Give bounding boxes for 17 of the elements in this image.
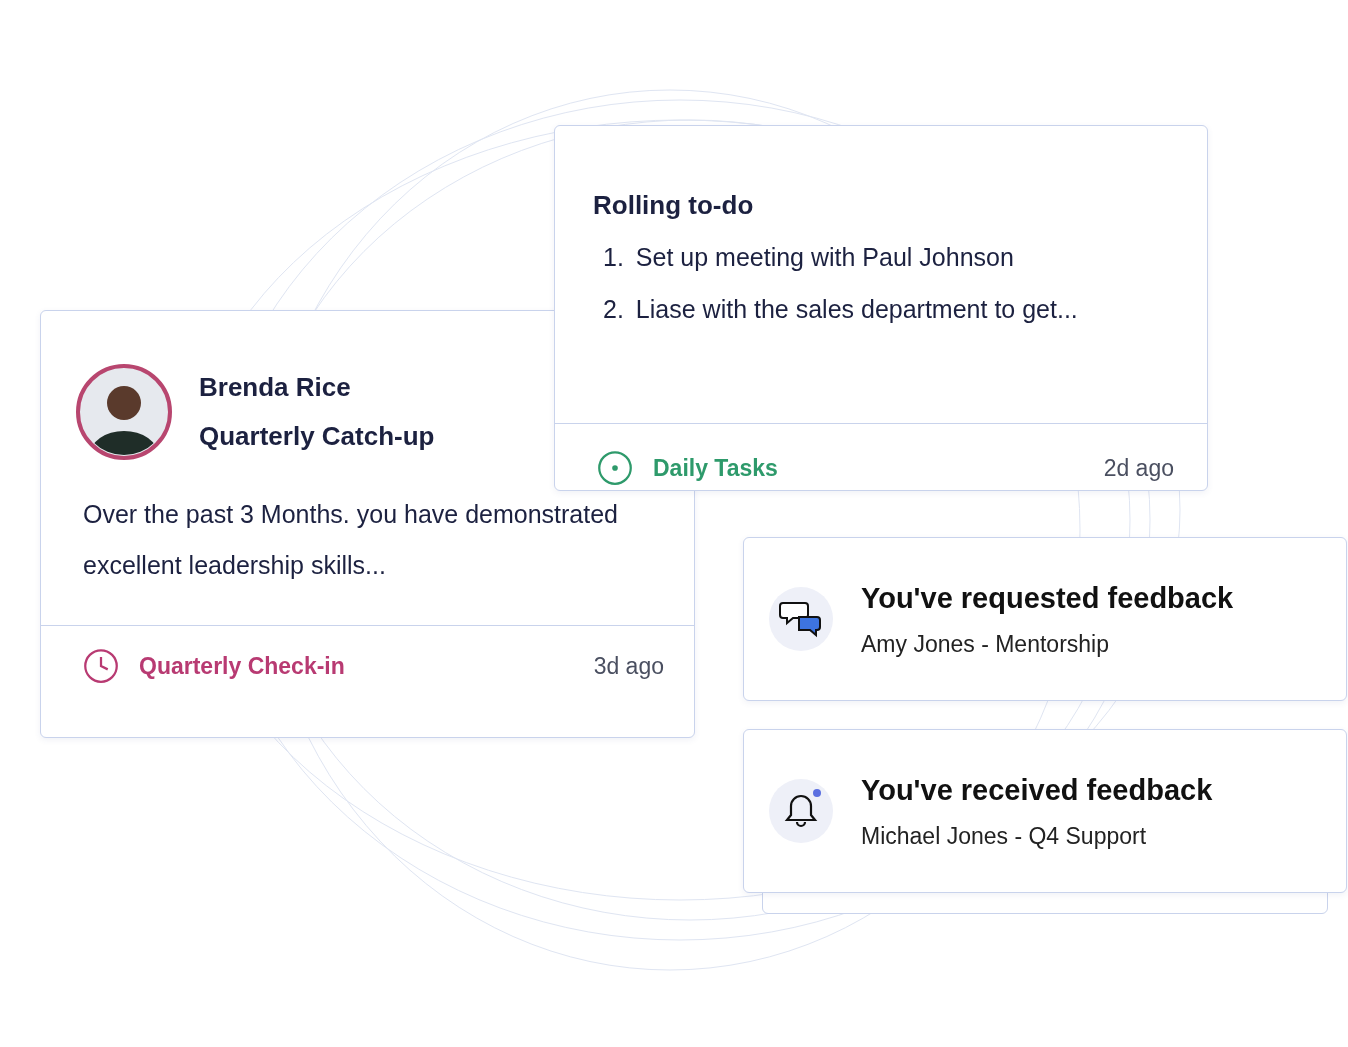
tag-label[interactable]: Daily Tasks bbox=[653, 450, 778, 486]
person-name: Brenda Rice bbox=[199, 371, 352, 404]
tag-label[interactable]: Quarterly Check-in bbox=[139, 648, 345, 684]
card-title: Rolling to-do bbox=[592, 189, 755, 222]
time-label: 3d ago bbox=[593, 651, 664, 681]
notification-title: You've requested feedback bbox=[861, 581, 1234, 616]
time-label: 2d ago bbox=[1103, 453, 1174, 483]
todo-item: Liase with the sales department to get... bbox=[635, 293, 1078, 325]
item-number: 1. bbox=[603, 242, 624, 273]
summary-text: Over the past 3 Months. you have demonstrated excellent leadership skills... bbox=[83, 499, 620, 581]
notification-detail: Amy Jones - Mentorship bbox=[861, 629, 1110, 659]
notification-title: You've received feedback bbox=[861, 773, 1213, 808]
meeting-title: Quarterly Catch-up bbox=[199, 420, 435, 453]
todo-item: Set up meeting with Paul Johnson bbox=[635, 242, 1014, 273]
chat-bubbles-icon bbox=[779, 599, 823, 639]
notification-detail: Michael Jones - Q4 Support bbox=[861, 821, 1148, 851]
item-number: 2. bbox=[603, 293, 624, 325]
